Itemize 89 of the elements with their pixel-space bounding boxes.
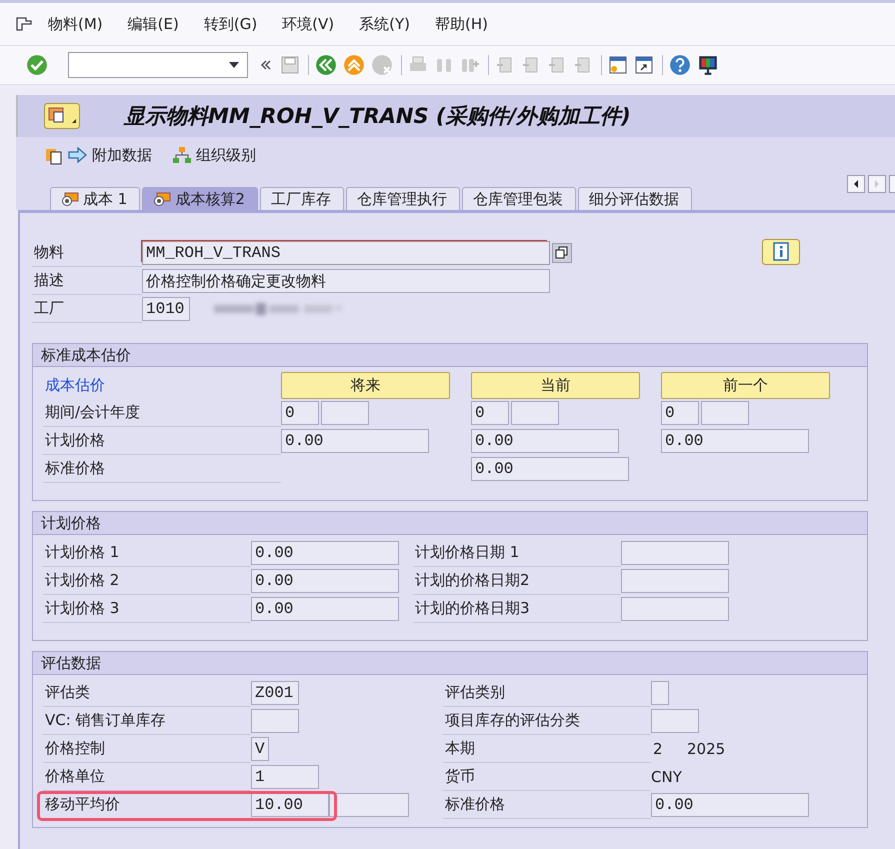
period-field[interactable]: 0 bbox=[471, 401, 509, 425]
group-title: 计划价格 bbox=[33, 512, 867, 535]
checkmark-icon[interactable] bbox=[26, 54, 48, 76]
estimate-button[interactable]: 当前 bbox=[471, 372, 640, 398]
input-field[interactable] bbox=[651, 709, 699, 733]
period-value: 2 bbox=[652, 740, 664, 758]
tab[interactable]: 仓库管理执行 bbox=[346, 187, 460, 210]
cost-estimate-link[interactable]: 成本估价 bbox=[43, 372, 281, 398]
price-field: 0.00 bbox=[251, 597, 399, 621]
field-label: 本期 bbox=[443, 736, 651, 762]
caret-icon[interactable] bbox=[229, 62, 239, 68]
field-label: 计划价格 2 bbox=[43, 568, 251, 594]
field-label: 项目库存的评估分类 bbox=[443, 708, 651, 734]
year-value: 2025 bbox=[687, 740, 726, 758]
arrow-icon bbox=[68, 147, 88, 163]
field-label: 评估类 bbox=[43, 680, 251, 706]
field-label: 标准价格 bbox=[443, 792, 651, 818]
field-label: 期间/会计年度 bbox=[43, 400, 281, 426]
estimate-button[interactable]: 前一个 bbox=[661, 372, 830, 398]
collapse-icon[interactable] bbox=[260, 59, 272, 71]
toolbar-button[interactable]: 附加数据 bbox=[68, 146, 152, 164]
menu-item[interactable]: 环境(V) bbox=[282, 14, 334, 34]
input-field[interactable]: 1 bbox=[251, 765, 319, 789]
price-field: 0.00 bbox=[471, 429, 619, 453]
tab[interactable]: 细分评估数据 bbox=[578, 187, 692, 210]
field-label: 货币 bbox=[443, 764, 651, 790]
year-field[interactable] bbox=[321, 401, 369, 425]
date-field[interactable] bbox=[621, 569, 729, 593]
menu-item[interactable]: 转到(G) bbox=[204, 14, 258, 34]
hierarchy-icon bbox=[172, 146, 192, 164]
material-field[interactable]: MM_ROH_V_TRANS bbox=[142, 241, 550, 265]
year-field[interactable] bbox=[511, 401, 559, 425]
currency-value: CNY bbox=[651, 768, 682, 786]
group-title: 标准成本估价 bbox=[33, 344, 867, 367]
period-field[interactable]: 0 bbox=[661, 401, 699, 425]
amount-field: 10.00 bbox=[251, 793, 329, 817]
description-field: 价格控制价格确定更改物料 bbox=[142, 269, 550, 293]
price-field: 0.00 bbox=[661, 429, 809, 453]
menu-icon[interactable] bbox=[16, 17, 32, 31]
group-title: 评估数据 bbox=[33, 652, 867, 675]
field-label: VC: 销售订单库存 bbox=[43, 708, 251, 734]
monitor-icon[interactable] bbox=[697, 54, 719, 76]
info-icon[interactable] bbox=[762, 239, 800, 265]
price-field: 0.00 bbox=[471, 457, 629, 481]
year-field[interactable] bbox=[701, 401, 749, 425]
price-field: 0.00 bbox=[281, 429, 429, 453]
new-window-icon[interactable] bbox=[608, 55, 628, 75]
field-label: 计划价格 3 bbox=[43, 596, 251, 622]
field-label: 计划价格 1 bbox=[43, 540, 251, 566]
field-label: 计划的价格日期3 bbox=[413, 596, 621, 622]
field-label: 价格控制 bbox=[43, 736, 251, 762]
field-label: 评估类别 bbox=[443, 680, 651, 706]
tab[interactable]: 成本核算2 bbox=[142, 187, 258, 210]
copy-icon[interactable] bbox=[552, 243, 572, 263]
input-field[interactable]: V bbox=[251, 737, 269, 761]
menu-item[interactable]: 物料(M) bbox=[48, 14, 103, 34]
estimate-button[interactable]: 将来 bbox=[281, 372, 450, 398]
field-label: 计划价格 bbox=[43, 428, 281, 454]
price-field: 0.00 bbox=[251, 569, 399, 593]
toolbar-button[interactable]: 组织级别 bbox=[172, 146, 256, 164]
field-label: 价格单位 bbox=[43, 764, 251, 790]
date-field[interactable] bbox=[621, 597, 729, 621]
layout-menu-icon[interactable] bbox=[44, 103, 80, 129]
input-field[interactable]: Z001 bbox=[251, 681, 299, 705]
plant-field[interactable]: 1010 bbox=[142, 297, 190, 321]
tab-left-icon[interactable] bbox=[847, 175, 865, 193]
tab[interactable]: 仓库管理包装 bbox=[462, 187, 576, 210]
menu-item[interactable]: 编辑(E) bbox=[128, 14, 179, 34]
tab[interactable]: 工厂库存 bbox=[260, 187, 344, 210]
price-field: 0.00 bbox=[651, 793, 809, 817]
price-field: 0.00 bbox=[251, 541, 399, 565]
shortcut-icon[interactable] bbox=[634, 55, 654, 75]
help-icon[interactable] bbox=[669, 54, 691, 76]
window-title: 显示物料MM_ROH_V_TRANS (采购件/外购加工件) bbox=[124, 103, 631, 130]
back-icon[interactable] bbox=[315, 54, 337, 76]
period-field[interactable]: 0 bbox=[281, 401, 319, 425]
field-label: 标准价格 bbox=[43, 456, 281, 482]
field-label: 计划的价格日期2 bbox=[413, 568, 621, 594]
field-label: 计划价格日期 1 bbox=[413, 540, 621, 566]
cancel-icon[interactable] bbox=[371, 54, 393, 76]
date-field[interactable] bbox=[621, 541, 729, 565]
command-field[interactable] bbox=[68, 52, 248, 78]
exit-icon[interactable] bbox=[343, 54, 365, 76]
menu-item[interactable]: 帮助(H) bbox=[435, 14, 488, 34]
input-field[interactable] bbox=[651, 681, 669, 705]
tab[interactable]: 成本 1 bbox=[50, 187, 140, 210]
menu-item[interactable]: 系统(Y) bbox=[359, 14, 410, 34]
save-icon[interactable] bbox=[280, 55, 300, 75]
input-field[interactable] bbox=[251, 709, 299, 733]
